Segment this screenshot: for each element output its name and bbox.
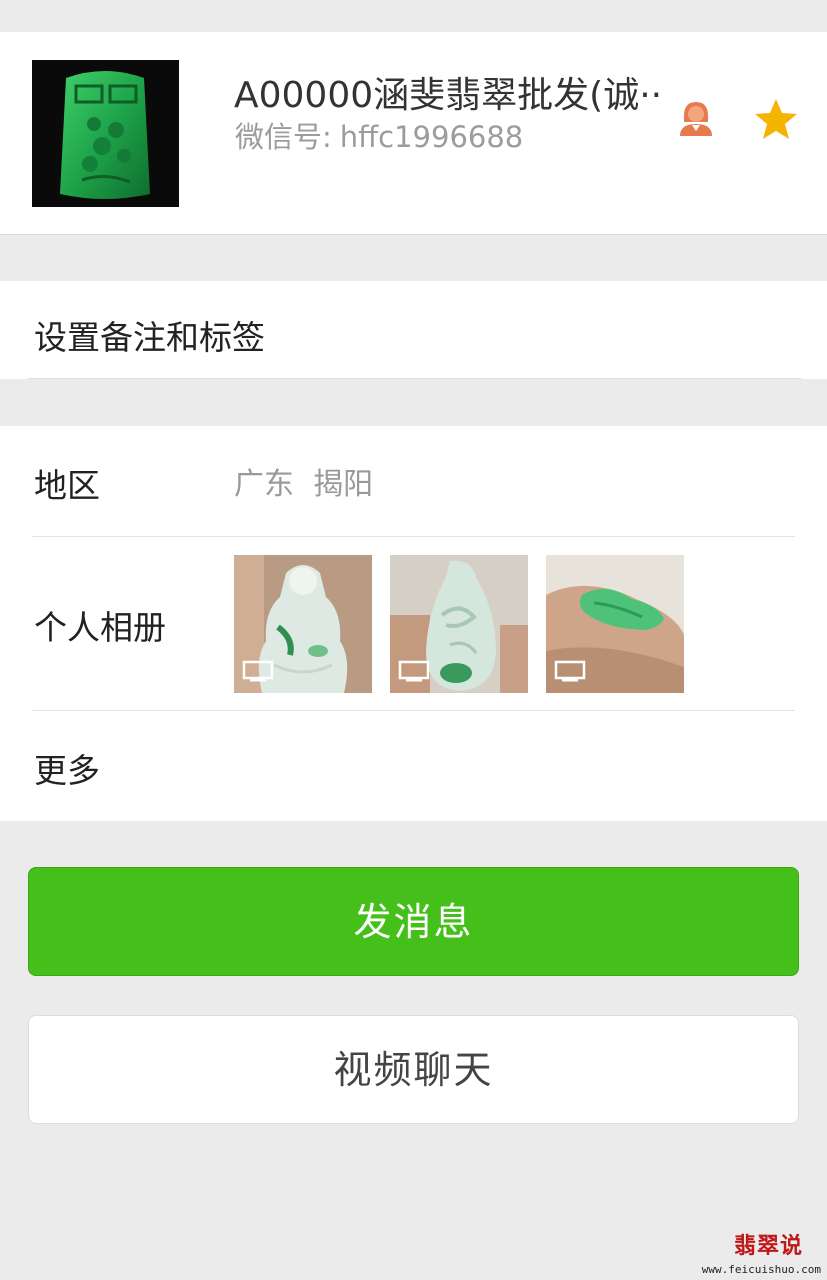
album-photo-1[interactable] — [234, 555, 372, 693]
video-icon — [242, 660, 274, 682]
set-remark-row[interactable]: 设置备注和标签 — [0, 281, 827, 379]
wechat-id-value: hffc1996688 — [339, 120, 524, 154]
wechat-id-label: 微信号: — [235, 120, 332, 154]
region-value: 广东 揭阳 — [234, 467, 374, 502]
divider — [28, 378, 801, 379]
watermark-logo: 翡翠说 — [733, 1234, 803, 1259]
video-icon — [554, 660, 586, 682]
person-female-icon — [676, 98, 716, 138]
info-section: 地区 广东 揭阳 个人相册 更多 — [0, 426, 827, 821]
album-photo-3[interactable] — [546, 555, 684, 693]
avatar[interactable] — [32, 60, 179, 207]
video-icon — [398, 660, 430, 682]
video-chat-button[interactable]: 视频聊天 — [28, 1015, 799, 1124]
contact-name: A00000涵斐翡翠批发(诚·· — [234, 75, 663, 116]
album-photo-2[interactable] — [390, 555, 528, 693]
send-message-button[interactable]: 发消息 — [28, 867, 799, 976]
more-row[interactable]: 更多 — [0, 711, 827, 821]
star-icon[interactable] — [754, 98, 798, 140]
set-remark-label: 设置备注和标签 — [34, 318, 265, 357]
wechat-id-row: 微信号: hffc1996688 — [235, 114, 523, 156]
region-row: 地区 广东 揭阳 — [0, 426, 827, 536]
album-label: 个人相册 — [34, 608, 166, 647]
watermark-url: www.feicuishuo.com — [701, 1263, 821, 1276]
jade-seal-image — [32, 60, 179, 207]
more-label: 更多 — [34, 751, 100, 790]
profile-header: A00000涵斐翡翠批发(诚·· 微信号: hffc1996688 — [0, 32, 827, 235]
region-label: 地区 — [34, 466, 100, 505]
